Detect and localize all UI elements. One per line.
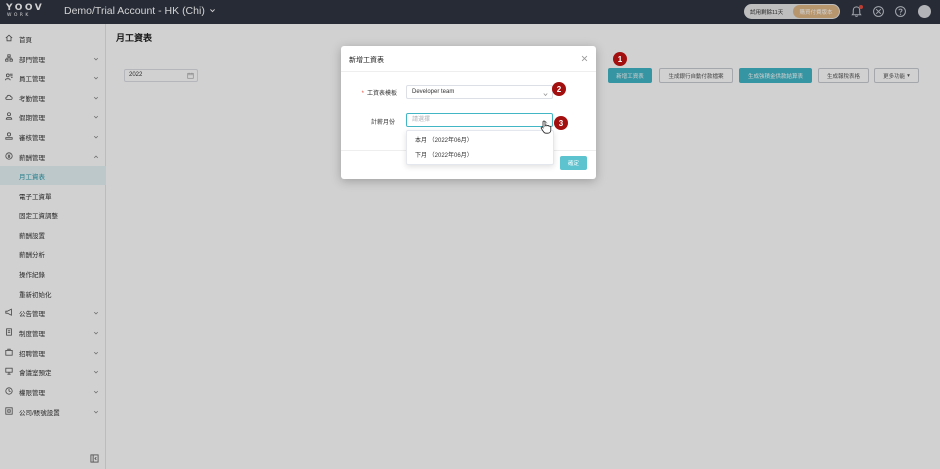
pay-month-label: 計薪月份 <box>370 120 395 126</box>
template-value: Developer team <box>412 89 455 95</box>
pay-month-select[interactable]: 請選擇 <box>406 113 553 127</box>
dialog-divider <box>341 71 596 72</box>
option-next-month[interactable]: 下月 （2022年06月） <box>407 149 553 163</box>
step-badge-2: 2 <box>552 82 566 96</box>
template-select[interactable]: Developer team <box>406 85 553 99</box>
pay-month-dropdown: 本月 （2022年06月） 下月 （2022年06月） <box>406 130 554 165</box>
required-mark: * <box>361 91 364 97</box>
template-label-text: 工資表模板 <box>366 91 397 97</box>
hand-pointer-icon <box>540 120 552 134</box>
template-label: * 工資表模板 <box>357 88 397 97</box>
option-this-month[interactable]: 本月 （2022年06月） <box>407 134 553 148</box>
pay-month-placeholder: 請選擇 <box>412 117 431 123</box>
step-badge-3: 3 <box>554 116 568 130</box>
dialog-title: 新增工資表 <box>349 57 384 64</box>
chevron-down-icon <box>543 90 548 97</box>
step-badge-1: 1 <box>613 52 627 66</box>
close-icon[interactable] <box>581 55 588 62</box>
confirm-button[interactable]: 確定 <box>560 156 587 170</box>
